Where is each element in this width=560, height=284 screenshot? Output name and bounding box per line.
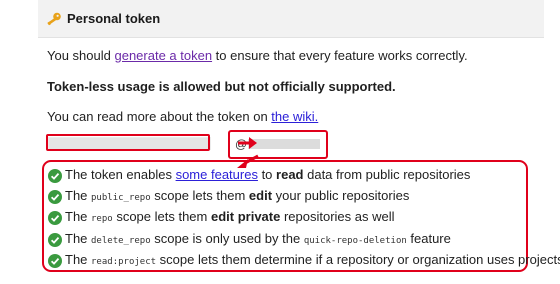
scope-text: your public repositories [272,188,410,203]
scope-text: The token enables [65,167,176,182]
scope-text: scope is only used by the [150,231,304,246]
wiki-text: You can read more about the token on the… [47,109,318,124]
scope-emphasis: edit private [210,209,281,224]
scope-text: The [65,252,92,267]
scope-text: scope lets them [150,188,249,203]
intro-suffix: to ensure that every feature works corre… [212,48,468,63]
wiki-prefix: You can read more about the token on [47,109,272,124]
scope-text: feature [406,231,451,246]
scope-text: The [65,231,92,246]
scope-emphasis: read [276,167,304,182]
scope-text: The [65,188,92,203]
scope-code: public_repo [91,193,151,203]
scope-code: delete_repo [91,236,151,246]
intro-text: You should generate a token to ensure th… [47,48,468,63]
check-icon [48,233,62,247]
generate-token-link[interactable]: generate a token [114,48,212,63]
scope-code: repo [91,214,113,224]
tokenless-notice: Token-less usage is allowed but not offi… [47,79,396,94]
personal-token-panel: Personal token You should generate a tok… [38,0,560,284]
scope-text: The [65,209,92,224]
check-icon [48,190,62,204]
wiki-link[interactable]: the wiki. [271,109,318,124]
scope-text: to [257,167,277,182]
scope-code: read:project [91,257,157,267]
feature-code: quick-repo-deletion [303,236,407,246]
check-icon [48,211,62,225]
check-icon [48,169,62,183]
scope-text: repositories as well [280,209,395,224]
panel-title: Personal token [67,11,161,26]
panel-header: Personal token [38,0,544,38]
check-icon [48,254,62,268]
some-features-link[interactable]: some features [176,167,258,182]
scope-text: scope lets them [112,209,211,224]
user-highlight-box [228,130,328,159]
intro-prefix: You should [47,48,115,63]
scope-text: data from public repositories [303,167,471,182]
scope-emphasis: edit [248,188,273,203]
scope-text: scope lets them determine if a repositor… [156,252,560,267]
key-icon [47,12,61,26]
token-highlight-box [46,134,210,151]
